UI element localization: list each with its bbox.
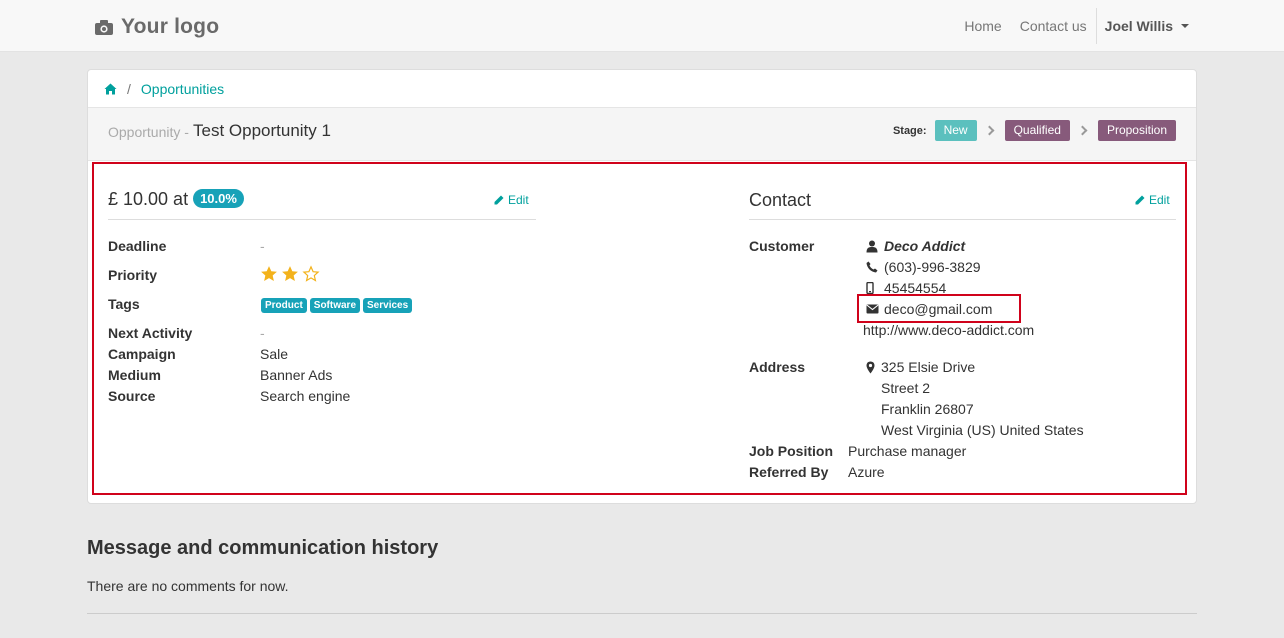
expected-revenue: £ 10.00 at 10.0% [108,189,244,210]
customer-name-line: Deco Addict [866,238,965,254]
mobile-icon [866,282,874,294]
nav-divider [1095,8,1097,44]
record-type-label: Opportunity - [108,124,189,140]
email-line[interactable]: deco@gmail.com [866,301,992,317]
campaign-value: Sale [260,346,289,362]
phone-icon [866,261,878,273]
pencil-icon [1135,195,1145,205]
stage-new: New [934,120,977,141]
priority-stars[interactable] [260,265,323,283]
envelope-icon [866,304,879,314]
logo-text: Your logo [121,15,220,38]
email-value[interactable]: deco@gmail.com [884,301,992,317]
camera-icon [95,19,113,35]
top-navbar: Your logo Home Contact us Joel Willis [0,0,1284,52]
address-street: 325 Elsie Drive [881,359,976,375]
customer-label: Customer [749,238,815,254]
medium-label: Medium [108,367,161,383]
deadline-value: - [260,238,265,254]
mobile-line: 45454554 [866,280,946,296]
customer-name: Deco Addict [884,238,966,254]
nav-links: Home Contact us Joel Willis [946,0,1189,52]
user-name: Joel Willis [1104,18,1173,34]
contact-title: Contact [749,190,812,210]
nav-link-home[interactable]: Home [964,18,1001,34]
source-label: Source [108,388,156,404]
address-state-country: West Virginia (US) United States [881,422,1084,438]
address-street2: Street 2 [881,380,931,396]
deadline-label: Deadline [108,238,167,254]
section-divider [108,219,536,220]
star-filled-icon[interactable] [260,265,278,283]
tags-list: Product Software Services [261,298,415,313]
breadcrumb-separator: / [127,80,131,97]
breadcrumb-opportunities[interactable]: Opportunities [141,81,224,97]
edit-contact-button[interactable]: Edit [1135,193,1170,207]
website-link[interactable]: http://www.deco-addict.com [863,322,1034,338]
priority-label: Priority [108,267,158,283]
address-city: Franklin 26807 [881,401,974,417]
tag-badge: Software [309,298,361,313]
stage-label: Stage: [892,124,927,137]
edit-label: Edit [1149,193,1170,207]
chevron-right-icon [984,125,995,136]
stage-proposition: Proposition [1097,120,1176,141]
logo[interactable]: Your logo [94,12,219,42]
address-line-1: 325 Elsie Drive [866,359,975,375]
map-marker-icon [866,361,875,373]
pencil-icon [494,195,504,205]
amount-text: £ 10.00 at [108,189,189,209]
job-position-label: Job Position [749,443,833,459]
history-empty-text: There are no comments for now. [87,578,289,594]
job-position-value: Purchase manager [848,443,967,459]
medium-value: Banner Ads [260,367,333,383]
next-activity-value: - [260,325,265,341]
referred-by-value: Azure [848,464,885,480]
probability-badge: 10.0% [193,189,244,208]
history-title: Message and communication history [87,537,439,559]
tag-badge: Product [261,298,307,313]
next-activity-label: Next Activity [108,325,193,341]
record-title: Test Opportunity 1 [193,121,331,140]
chevron-right-icon [1077,125,1088,136]
record-header: Opportunity - Test Opportunity 1 Stage: … [88,108,1196,161]
breadcrumb: / Opportunities [88,70,1196,108]
tag-badge: Services [363,298,413,313]
section-divider [749,219,1176,220]
user-menu[interactable]: Joel Willis [1105,18,1189,34]
address-label: Address [749,359,806,375]
edit-opportunity-button[interactable]: Edit [494,193,529,207]
caret-down-icon [1181,24,1189,28]
campaign-label: Campaign [108,346,176,362]
nav-link-contact-us[interactable]: Contact us [1020,18,1087,34]
phone-value: (603)-996-3829 [884,259,981,275]
source-value: Search engine [260,388,351,404]
edit-label: Edit [508,193,529,207]
user-icon [866,240,878,252]
tags-label: Tags [108,296,140,312]
referred-by-label: Referred By [749,464,829,480]
history-divider [87,613,1197,614]
star-empty-icon[interactable] [302,265,320,283]
star-filled-icon[interactable] [281,265,299,283]
mobile-value: 45454554 [884,280,947,296]
stage-indicator: Stage: New Qualified Proposition [893,120,1176,141]
home-icon[interactable] [104,83,117,95]
phone-line: (603)-996-3829 [866,259,981,275]
stage-qualified: Qualified [1004,120,1070,141]
